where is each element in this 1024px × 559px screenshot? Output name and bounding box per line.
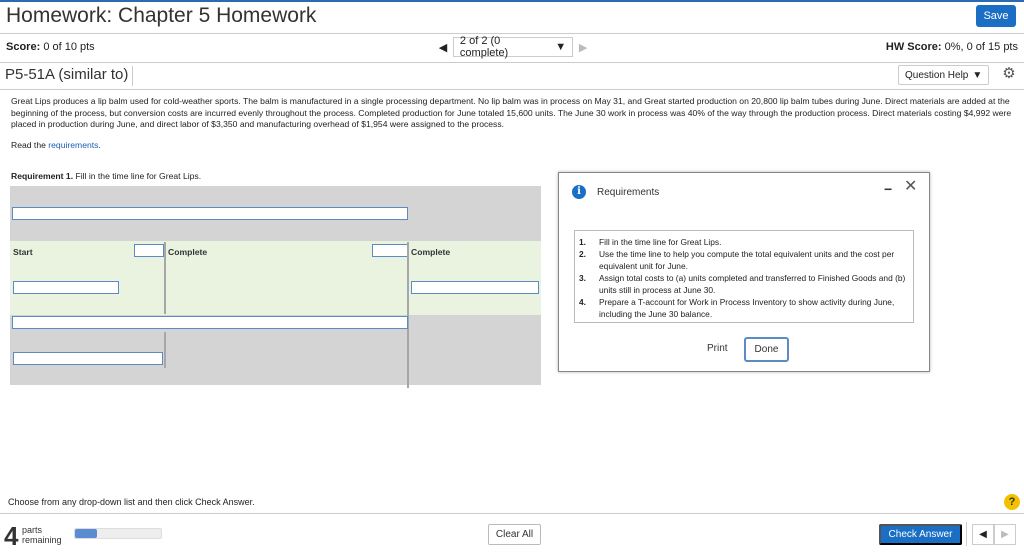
requirements-list-box: 1. Fill in the time line for Great Lips. …	[574, 230, 914, 323]
timeline-top-input[interactable]	[12, 207, 408, 220]
requirements-list: 1. Fill in the time line for Great Lips. …	[579, 236, 907, 320]
item-text: Assign total costs to (a) units complete…	[599, 273, 906, 295]
divider	[0, 89, 1024, 90]
parts-remaining-label: parts remaining	[22, 525, 62, 545]
divider	[0, 62, 1024, 63]
mid-complete-input[interactable]	[134, 244, 164, 257]
divider	[0, 33, 1024, 34]
clear-all-button[interactable]: Clear All	[488, 524, 541, 545]
progress-fill	[75, 529, 97, 538]
parts-progress-bar	[74, 528, 162, 539]
next-part-icon[interactable]: ▶	[994, 524, 1016, 545]
right-complete-input[interactable]	[372, 244, 408, 257]
requirement-1: Requirement 1. Fill in the time line for…	[11, 171, 201, 181]
time-line: Start Complete Complete	[10, 186, 541, 388]
lower-timeline-marker	[164, 332, 166, 368]
previous-part-icon[interactable]: ◀	[972, 524, 994, 545]
requirements-link[interactable]: requirements	[48, 140, 98, 150]
mid-timeline-marker	[164, 242, 166, 314]
requirement-1-label: Requirement 1.	[11, 171, 74, 181]
requirement-item: 1. Fill in the time line for Great Lips.	[579, 236, 907, 248]
read-prefix: Read the	[11, 140, 49, 150]
item-number: 3.	[579, 273, 586, 283]
question-select-value: 2 of 2 (0 complete)	[459, 35, 509, 59]
hw-score: HW Score: 0%, 0 of 15 pts	[886, 41, 1018, 53]
hw-score-value: 0%, 0 of 15 pts	[944, 41, 1018, 53]
dialog-title: Requirements	[597, 187, 660, 198]
item-number: 4.	[579, 297, 586, 307]
requirement-item: 2. Use the time line to help you compute …	[579, 248, 907, 272]
start-label: Start	[13, 247, 33, 257]
row3-right-input[interactable]	[411, 281, 539, 294]
question-help-label: Question Help	[905, 69, 969, 81]
score-value: 0 of 10 pts	[43, 41, 95, 53]
divider	[966, 522, 967, 546]
save-button[interactable]: Save	[976, 5, 1016, 27]
done-button[interactable]: Done	[744, 337, 789, 362]
end-timeline-marker	[407, 242, 409, 388]
info-icon: i	[572, 185, 586, 199]
previous-question-icon[interactable]: ◀	[433, 41, 453, 54]
requirement-item: 4. Prepare a T-account for Work in Proces…	[579, 296, 907, 320]
row5-left-input[interactable]	[13, 352, 163, 365]
question-help-button[interactable]: Question Help ▼	[898, 65, 990, 85]
problem-statement: Great Lips produces a lip balm used for …	[11, 96, 1012, 129]
requirement-item: 3. Assign total costs to (a) units comple…	[579, 272, 907, 296]
top-accent-line	[0, 0, 1024, 2]
gear-icon[interactable]: ⚙	[1000, 65, 1018, 83]
row4-wide-input[interactable]	[12, 316, 408, 329]
item-text: Prepare a T-account for Work in Process …	[599, 297, 895, 319]
chevron-down-icon: ▼	[555, 41, 567, 53]
close-icon[interactable]: ✕	[904, 176, 917, 196]
complete-label-1: Complete	[168, 247, 208, 257]
page-title: Homework: Chapter 5 Homework	[6, 4, 317, 27]
parts-remaining-count: 4	[4, 521, 19, 551]
item-number: 2.	[579, 249, 586, 259]
check-answer-button[interactable]: Check Answer	[879, 524, 962, 545]
divider	[0, 513, 1024, 514]
item-text: Fill in the time line for Great Lips.	[599, 237, 722, 247]
requirement-1-text: Fill in the time line for Great Lips.	[73, 171, 202, 181]
requirements-dialog: i Requirements − ✕ 1. Fill in the time li…	[558, 172, 930, 372]
hw-score-label: HW Score:	[885, 41, 942, 53]
read-suffix: .	[98, 140, 101, 150]
minimize-icon[interactable]: −	[884, 181, 892, 197]
item-text: Use the time line to help you compute th…	[599, 249, 895, 271]
remaining-label: remaining	[22, 535, 62, 545]
read-requirements: Read the requirements.	[11, 140, 101, 150]
next-question-icon[interactable]: ▶	[573, 41, 593, 54]
score: Score: 0 of 10 pts	[6, 41, 95, 53]
item-number: 1.	[579, 237, 586, 247]
question-select[interactable]: 2 of 2 (0 complete) ▼	[452, 35, 574, 59]
print-button[interactable]: Print	[701, 339, 734, 358]
question-pager: ◀ 2 of 2 (0 complete) ▼ ▶	[433, 35, 593, 59]
question-id: P5-51A (similar to)	[5, 66, 134, 86]
row3-left-input[interactable]	[13, 281, 119, 294]
timeline-band-body	[10, 241, 541, 315]
parts-label: parts	[22, 525, 43, 535]
complete-label-2: Complete	[411, 247, 451, 257]
help-icon[interactable]: ?	[1004, 494, 1020, 510]
chevron-down-icon: ▼	[972, 69, 983, 81]
instructions-text: Choose from any drop-down list and then …	[8, 497, 255, 507]
score-label: Score:	[6, 41, 41, 53]
